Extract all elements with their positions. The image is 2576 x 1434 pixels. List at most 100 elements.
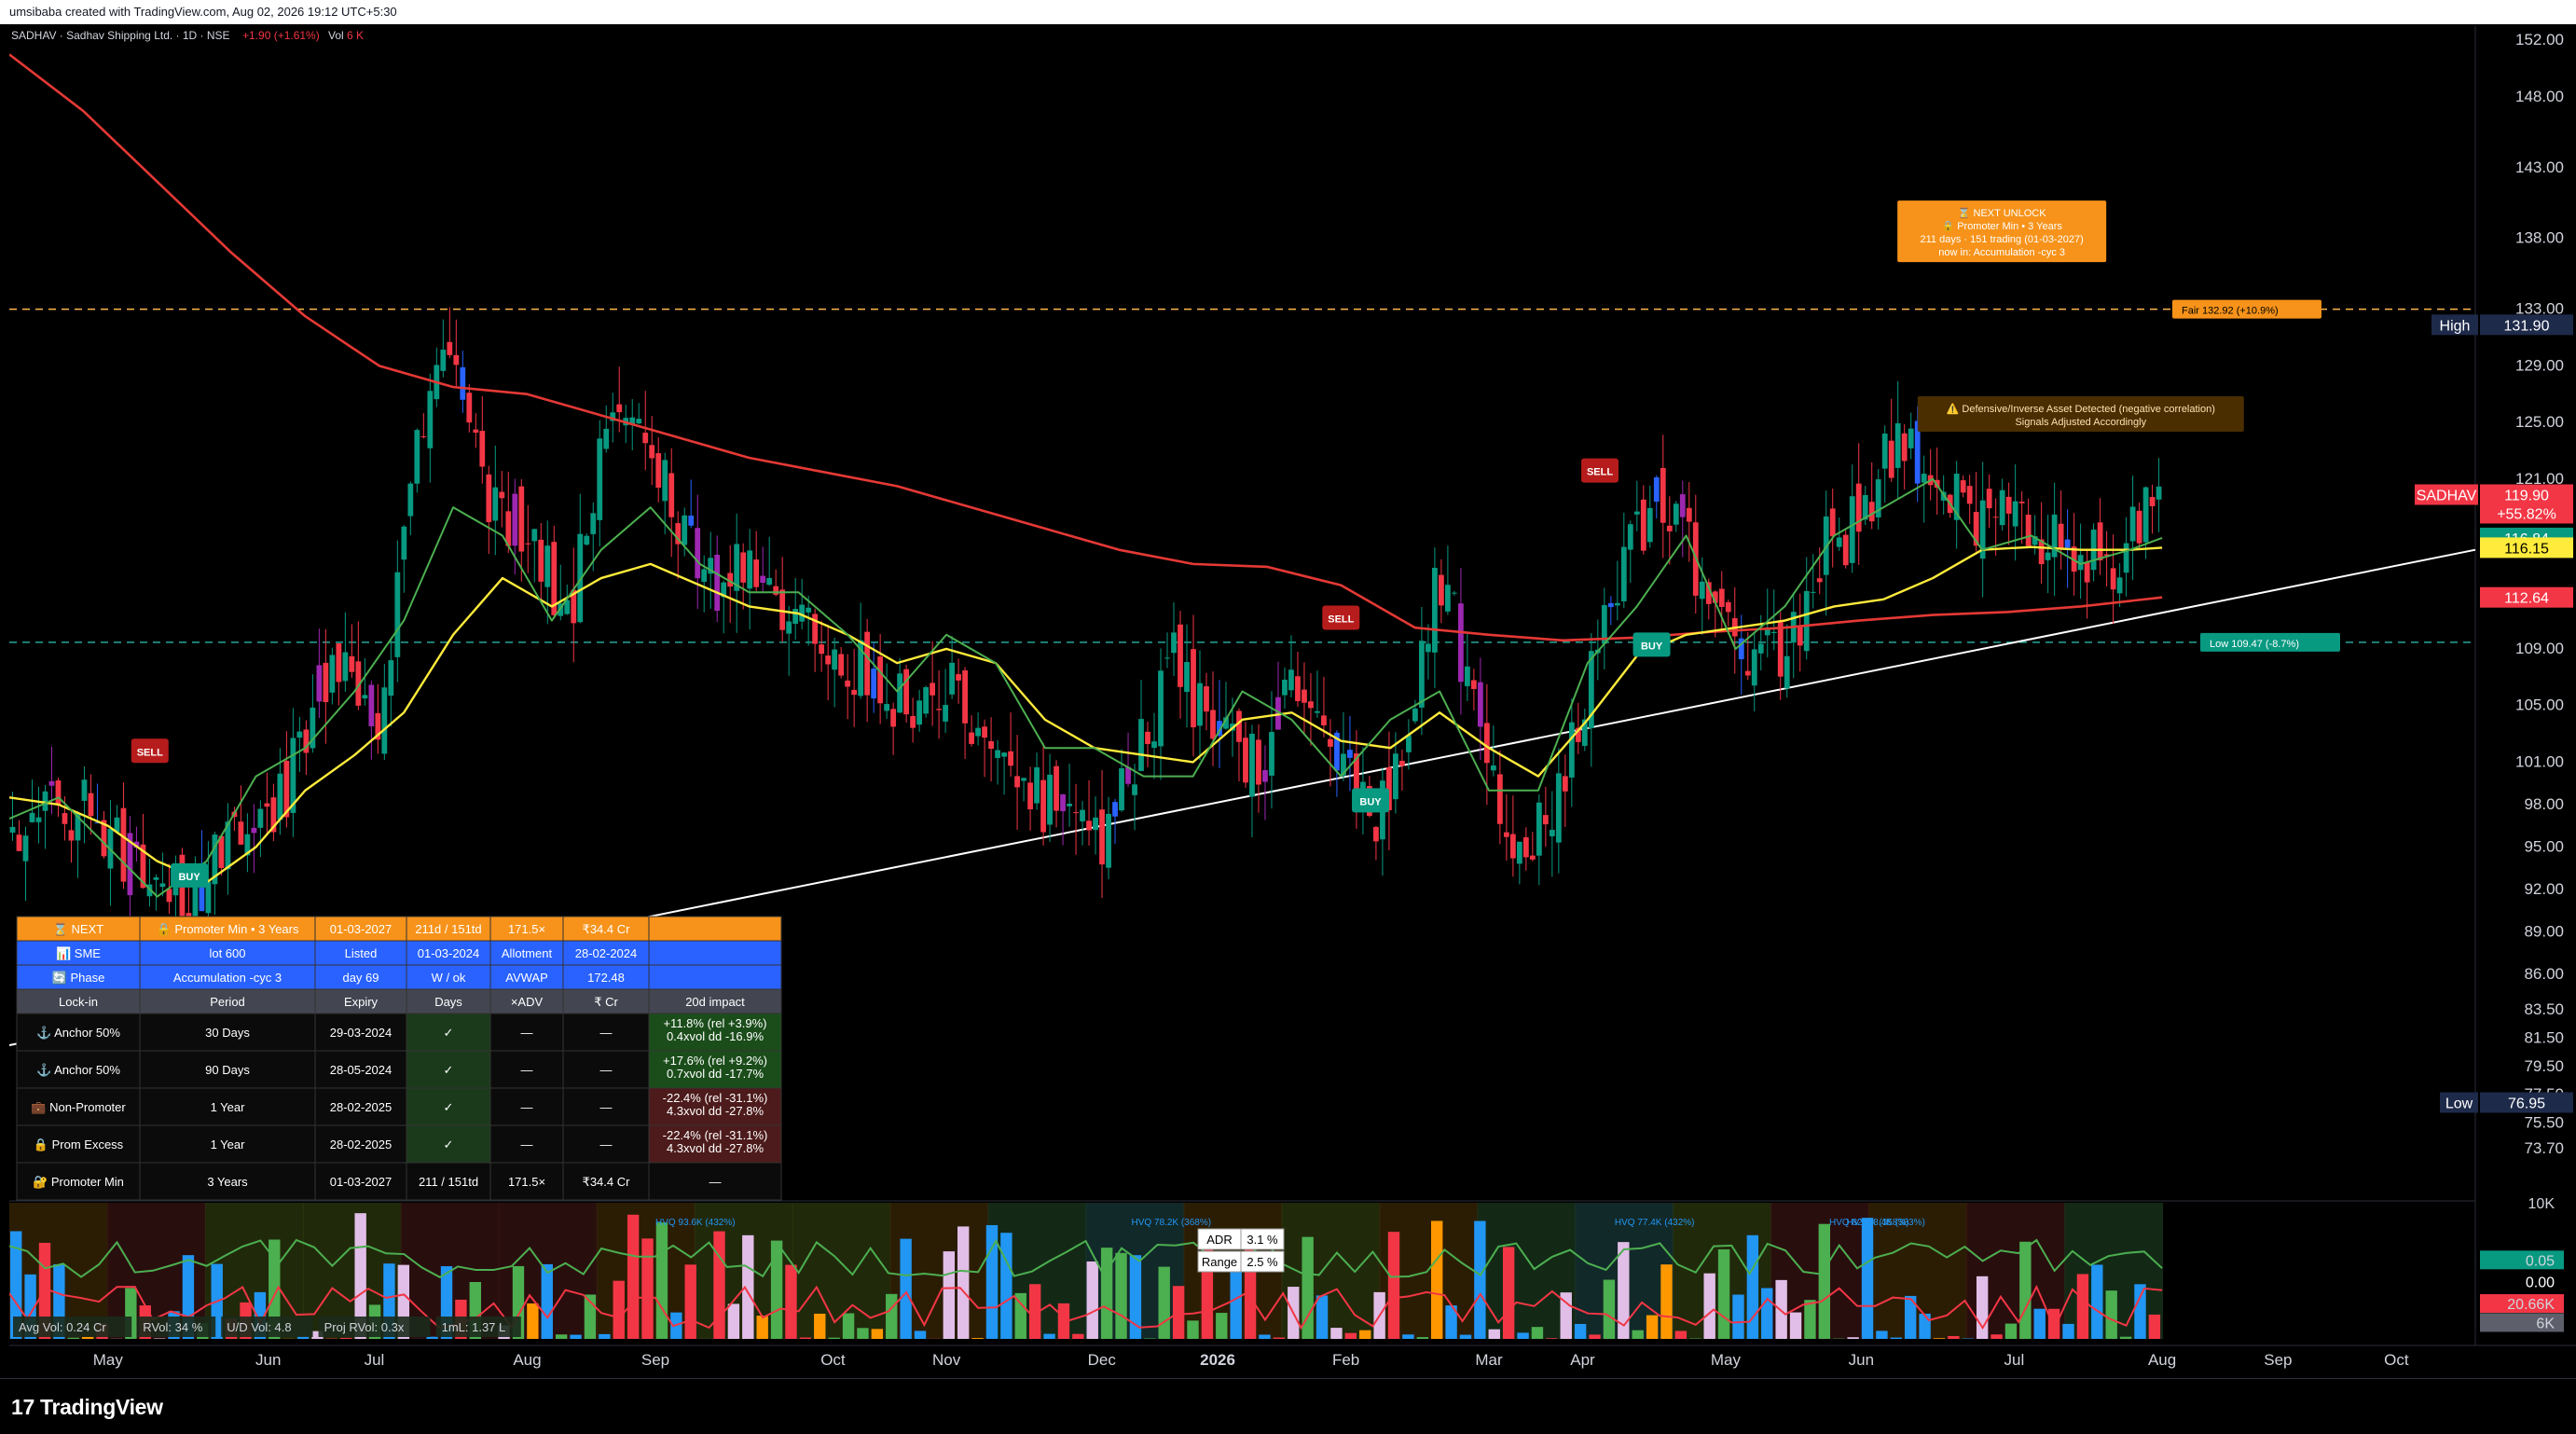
price-tick: 95.00 [2524,837,2564,855]
candle-body [82,779,88,801]
candle-body [1902,434,1908,462]
osc-bar [1675,1331,1687,1339]
candle-body [688,516,694,526]
candle-body [766,578,772,585]
candle-body [597,438,602,520]
candle-body [518,487,524,552]
price-tick: 143.00 [2515,159,2564,176]
osc-bar [2019,1242,2031,1339]
candle-body [1014,776,1020,787]
candle-body [936,709,942,710]
price-tick: 152.00 [2515,31,2564,48]
price-label-change: +55.82% [2497,506,2556,522]
candle-body [1621,547,1627,601]
candle-body [747,550,752,588]
tradingview-mark-icon: 17 [11,1395,34,1419]
candle-body [825,655,831,664]
candle-body [427,391,433,448]
table-cell-text: 1 Year [211,1100,246,1114]
candle-body [949,663,955,695]
table-cell-text: ✓ [444,1100,454,1114]
candle-body [1674,503,1679,524]
osc-bar [1087,1262,1098,1339]
candle-body [368,685,374,726]
candle-body [36,818,42,822]
osc-bar [1503,1247,1514,1339]
osc-bar [1948,1336,1959,1339]
osc-bar [900,1239,911,1339]
candle-body [1315,711,1320,713]
candle-body [1987,489,1992,508]
osc-bar [828,1338,839,1339]
candle-body [1256,739,1261,784]
candle-body [1210,710,1216,738]
candle-body [1634,512,1640,515]
candle-body [17,834,22,851]
candle-body [2026,515,2032,546]
candle-body [1308,701,1314,708]
candle-body [1060,794,1066,811]
tradingview-logo[interactable]: 17TradingView [11,1395,163,1420]
month-label: Apr [1570,1351,1595,1369]
osc-axis-label: 10K [2528,1196,2555,1212]
candle-body [1817,578,1823,582]
candle-body [1302,690,1307,703]
buy-signal: BUY [1633,632,1671,656]
osc-bar [1589,1334,1600,1339]
osc-bar [1575,1324,1586,1339]
candle-body [160,883,166,887]
buy-signal: BUY [171,863,208,888]
month-label: 2026 [1200,1351,1235,1369]
osc-bar [1316,1295,1328,1339]
candle-body [2130,506,2136,541]
table-top-cell: Listed [345,946,378,960]
signal-text: BUY [178,872,200,883]
osc-bar [1761,1288,1772,1339]
candle-body [2000,490,2005,525]
candle-body [753,559,759,587]
osc-bar [1891,1338,1902,1339]
stat-value: 3.1 % [1247,1233,1278,1247]
candle-body [323,663,328,702]
osc-bar [756,1316,767,1339]
price-tick: 98.00 [2524,795,2564,813]
osc-bar [728,1303,739,1339]
osc-bar [1604,1280,1615,1339]
price-label: 112.64 [2480,587,2573,608]
candle-body [342,653,348,682]
month-label: Aug [513,1351,541,1369]
table-cell-text: — [521,1063,533,1077]
candle-body [2111,568,2116,589]
candle-body [916,700,922,724]
candle-body [832,650,837,670]
candle-body [695,528,700,578]
candle-body [1236,710,1242,741]
candle-body [1288,669,1294,690]
table-head-cell: Lock-in [59,995,98,1009]
strip-item: U/D Vol: 4.8 [227,1320,291,1334]
candle-body [394,572,400,657]
legend-change: +1.90 (+1.61%) [242,29,320,42]
candle-body [1158,670,1164,746]
table-cell-text: 1 Year [211,1138,246,1151]
candle-body [121,808,127,882]
table-cell [649,941,781,965]
candle-body [1419,641,1425,708]
candle-body [447,342,452,355]
sell-signal: SELL [131,738,169,763]
table-cell-text: — [521,1026,533,1040]
candle-body [420,436,426,437]
candle-body [1191,649,1196,727]
osc-bar [1274,1338,1285,1339]
signal-text: SELL [137,747,163,758]
osc-bar [1546,1338,1557,1339]
candle-body [668,474,674,517]
candle-body [649,445,654,458]
candle-body [1178,625,1183,687]
price-chart[interactable]: SADHAV · Sadhav Shipping Ltd. · 1D · NSE… [9,26,2576,1376]
candle-body [1758,643,1764,653]
osc-bar [872,1329,883,1339]
candle-body [806,608,811,613]
candle-body [1406,735,1412,751]
month-label: Aug [2148,1351,2176,1369]
